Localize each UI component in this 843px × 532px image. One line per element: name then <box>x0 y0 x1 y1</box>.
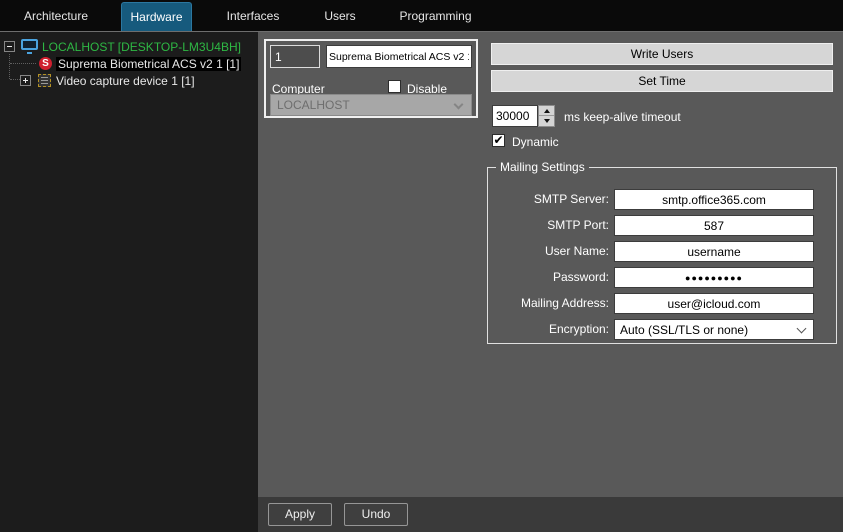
dynamic-label: Dynamic <box>512 135 559 149</box>
config-panel: Computer Disable LOCALHOST Write Users S… <box>258 31 843 497</box>
password-input[interactable] <box>614 267 814 288</box>
footer-bar: Apply Undo <box>258 497 843 532</box>
tree-item-video-label: Video capture device 1 [1] <box>56 74 195 88</box>
mailing-settings-group: Mailing Settings SMTP Server: SMTP Port:… <box>487 167 837 344</box>
tab-hardware[interactable]: Hardware <box>121 2 192 31</box>
computer-icon <box>21 39 38 50</box>
mailing-settings-title: Mailing Settings <box>496 160 589 174</box>
computer-select-value: LOCALHOST <box>277 98 350 112</box>
encryption-label: Encryption: <box>490 319 609 340</box>
checkmark-icon: ✔ <box>493 133 503 147</box>
app-window: Architecture Hardware Interfaces Users P… <box>0 0 843 532</box>
spinner-up-button[interactable] <box>539 106 554 116</box>
tab-programming[interactable]: Programming <box>383 0 488 31</box>
password-row: Password: <box>488 267 836 288</box>
mailing-address-input[interactable] <box>614 293 814 314</box>
user-name-row: User Name: <box>488 241 836 262</box>
mailing-address-label: Mailing Address: <box>490 293 609 314</box>
tree-guide-line <box>9 54 10 79</box>
suprema-device-icon: S <box>39 57 52 70</box>
user-name-label: User Name: <box>490 241 609 262</box>
spinner-down-button[interactable] <box>539 116 554 126</box>
chevron-down-icon <box>454 100 464 110</box>
expand-icon[interactable] <box>20 75 31 86</box>
smtp-port-row: SMTP Port: <box>488 215 836 236</box>
smtp-server-label: SMTP Server: <box>490 189 609 210</box>
tree-item-suprema-label: Suprema Biometrical ACS v2 1 [1] <box>56 57 241 71</box>
keepalive-timeout-input[interactable] <box>492 105 538 127</box>
mailing-address-row: Mailing Address: <box>488 293 836 314</box>
tab-interfaces[interactable]: Interfaces <box>212 0 294 31</box>
keepalive-spinner <box>538 105 555 127</box>
video-capture-icon <box>38 74 51 87</box>
tree-guide-line <box>10 63 36 64</box>
keepalive-label: ms keep-alive timeout <box>564 110 681 124</box>
smtp-server-input[interactable] <box>614 189 814 210</box>
smtp-port-label: SMTP Port: <box>490 215 609 236</box>
set-time-button[interactable]: Set Time <box>491 70 833 92</box>
encryption-select-value: Auto (SSL/TLS or none) <box>620 323 748 337</box>
tab-users[interactable]: Users <box>305 0 375 31</box>
smtp-port-input[interactable] <box>614 215 814 236</box>
disable-checkbox[interactable] <box>388 80 401 93</box>
device-group-box: Computer Disable LOCALHOST <box>264 39 478 118</box>
apply-button[interactable]: Apply <box>268 503 332 526</box>
undo-button[interactable]: Undo <box>344 503 408 526</box>
password-label: Password: <box>490 267 609 288</box>
computer-select[interactable]: LOCALHOST <box>270 94 472 116</box>
chevron-down-icon <box>797 324 807 334</box>
tab-bar: Architecture Hardware Interfaces Users P… <box>0 0 843 31</box>
encryption-row: Encryption: Auto (SSL/TLS or none) <box>488 319 836 340</box>
smtp-server-row: SMTP Server: <box>488 189 836 210</box>
collapse-icon[interactable] <box>4 41 15 52</box>
encryption-select[interactable]: Auto (SSL/TLS or none) <box>614 319 814 340</box>
device-name-input[interactable] <box>326 45 472 68</box>
device-tree: LOCALHOST [DESKTOP-LM3U4BH] S Suprema Bi… <box>0 31 258 532</box>
arrow-up-icon <box>544 109 550 113</box>
tree-item-localhost-label: LOCALHOST [DESKTOP-LM3U4BH] <box>42 40 241 54</box>
tree-guide-line <box>10 79 20 80</box>
arrow-down-icon <box>544 119 550 123</box>
user-name-input[interactable] <box>614 241 814 262</box>
write-users-button[interactable]: Write Users <box>491 43 833 65</box>
dynamic-checkbox[interactable]: ✔ <box>492 134 505 147</box>
device-id-input[interactable] <box>270 45 320 68</box>
tab-architecture[interactable]: Architecture <box>16 0 96 31</box>
